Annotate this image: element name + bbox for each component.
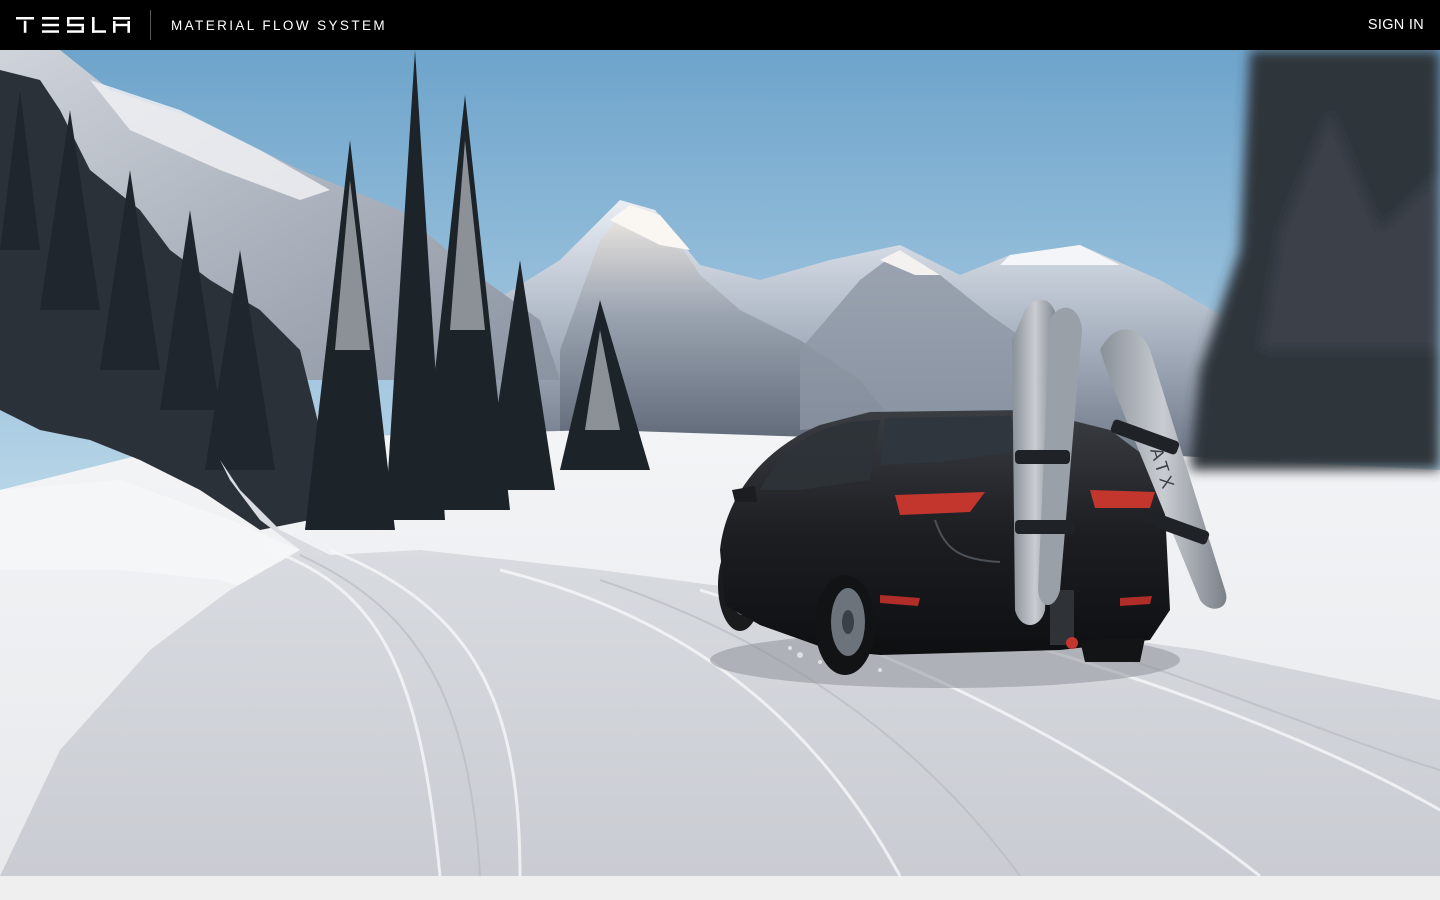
tesla-wordmark-icon [16,17,130,33]
hero-photo-illustration: ATX [0,50,1440,876]
sign-in-link[interactable]: SIGN IN [1368,0,1424,50]
tesla-logo[interactable] [0,0,150,50]
app-title: MATERIAL FLOW SYSTEM [171,17,388,33]
hero-image: ATX [0,50,1440,876]
page-footer-strip [0,876,1440,900]
top-nav-bar: MATERIAL FLOW SYSTEM SIGN IN [0,0,1440,50]
header-divider [150,10,151,40]
